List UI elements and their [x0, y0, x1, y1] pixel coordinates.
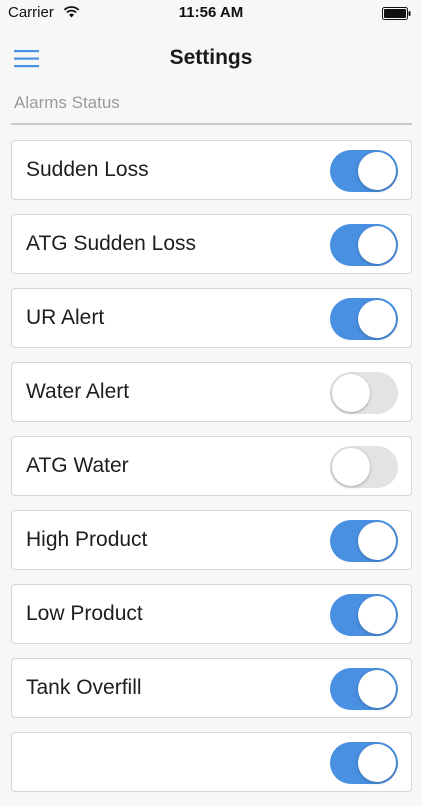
alarm-row-tank-overfill: Tank Overfill: [11, 658, 412, 718]
partial-row-toggle[interactable]: [330, 742, 398, 784]
water-alert-toggle[interactable]: [330, 372, 398, 414]
sudden-loss-toggle[interactable]: [330, 150, 398, 192]
alarm-row-sudden-loss: Sudden Loss: [11, 140, 412, 200]
toggle-knob: [358, 226, 396, 264]
tank-overfill-toggle[interactable]: [330, 668, 398, 710]
alarm-row-high-product: High Product: [11, 510, 412, 570]
alarm-row-low-product: Low Product: [11, 584, 412, 644]
ur-alert-toggle[interactable]: [330, 298, 398, 340]
toggle-knob: [358, 152, 396, 190]
alarm-label: High Product: [26, 528, 148, 551]
alarms-list: Sudden Loss ATG Sudden Loss UR Alert Wat…: [11, 140, 412, 806]
toggle-knob: [358, 300, 396, 338]
toggle-knob: [358, 596, 396, 634]
alarm-row-water-alert: Water Alert: [11, 362, 412, 422]
alarm-label: Low Product: [26, 602, 143, 625]
status-bar: Carrier 11:56 AM: [0, 0, 422, 28]
alarm-label: ATG Sudden Loss: [26, 232, 197, 255]
alarm-label: UR Alert: [26, 306, 105, 329]
atg-water-toggle[interactable]: [330, 446, 398, 488]
atg-sudden-loss-toggle[interactable]: [330, 224, 398, 266]
alarm-row-atg-water: ATG Water: [11, 436, 412, 496]
section-header-alarms-status: Alarms Status: [14, 93, 120, 112]
toggle-knob: [358, 522, 396, 560]
high-product-toggle[interactable]: [330, 520, 398, 562]
alarm-row-atg-sudden-loss: ATG Sudden Loss: [11, 214, 412, 274]
section-divider: [11, 123, 412, 125]
alarm-label: Water Alert: [26, 380, 130, 403]
battery-full-icon: [382, 7, 412, 25]
alarm-label: ATG Water: [26, 454, 129, 477]
page-title: Settings: [169, 46, 253, 69]
toggle-knob: [332, 448, 370, 486]
toggle-knob: [332, 374, 370, 412]
navigation-bar: Settings: [0, 28, 422, 90]
toggle-knob: [358, 670, 396, 708]
alarm-label: Sudden Loss: [26, 158, 149, 181]
alarm-label: Tank Overfill: [26, 676, 142, 699]
low-product-toggle[interactable]: [330, 594, 398, 636]
clock: 11:56 AM: [178, 4, 244, 21]
alarm-row-partial: [11, 732, 412, 792]
alarm-row-ur-alert: UR Alert: [11, 288, 412, 348]
